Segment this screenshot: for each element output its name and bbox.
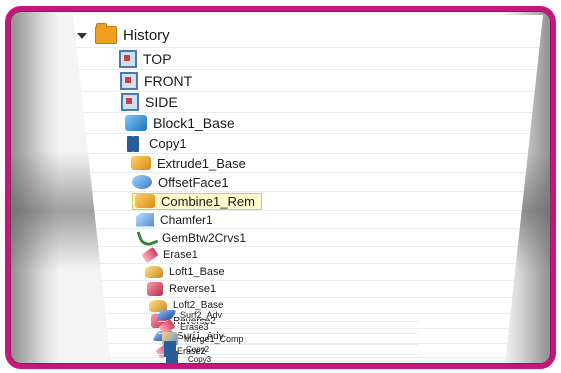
offset-face-icon <box>132 175 152 189</box>
tree-item[interactable]: OffsetFace1 <box>73 173 543 192</box>
reverse-icon <box>147 282 163 296</box>
tree-item-label: Extrude1_Base <box>157 155 246 171</box>
plane-icon <box>121 93 139 111</box>
tree-item[interactable]: SIDE <box>73 92 543 113</box>
tree-item[interactable]: Block1_Base <box>73 113 543 134</box>
combine-icon <box>135 194 155 208</box>
erase-icon <box>141 246 159 264</box>
tree-item-label: Copy3 <box>188 354 212 364</box>
tree-item-label: Surf2_Adv <box>180 310 223 320</box>
tree-item-label: Chamfer1 <box>160 212 213 227</box>
tree-item-label: Erase3 <box>180 322 209 332</box>
history-tree-tail: Surf2_Adv Erase3 Merge1_Comp Copy2 Copy3 <box>158 309 418 364</box>
tree-item-label: Copy2 <box>186 344 210 354</box>
tree-item-label: Reverse1 <box>169 283 217 295</box>
plane-icon <box>119 50 137 68</box>
expand-arrow-icon[interactable] <box>77 33 87 39</box>
tree-item-label: Combine1_Rem <box>161 193 255 209</box>
tree-item[interactable]: FRONT <box>73 71 543 92</box>
tree-item[interactable]: Erase1 <box>73 246 543 264</box>
tree-item-label: Erase1 <box>163 249 198 261</box>
selected-tree-item[interactable]: Combine1_Rem <box>132 192 262 210</box>
tree-item-label: SIDE <box>145 94 178 110</box>
block-icon <box>125 115 147 131</box>
tree-item[interactable]: Loft1_Base <box>73 264 543 281</box>
folder-icon <box>95 23 117 44</box>
copy-icon <box>166 351 182 364</box>
tree-item[interactable]: Copy3 <box>158 351 418 364</box>
screenshot-frame: History TOP FRONT SIDE Block1_Base Copy1… <box>5 6 556 369</box>
curve-icon <box>136 226 159 249</box>
tree-item-label: OffsetFace1 <box>158 174 229 190</box>
surface-icon <box>158 310 177 320</box>
tree-item[interactable]: Reverse1 <box>73 281 543 298</box>
tree-item-label: GemBtw2Crvs1 <box>162 230 247 245</box>
tree-item[interactable]: Combine1_Rem <box>73 192 543 211</box>
chamfer-icon <box>136 212 154 227</box>
tree-item[interactable]: TOP <box>73 49 543 70</box>
tree-root-history[interactable]: History <box>73 23 543 48</box>
tree-item-label: TOP <box>143 51 172 67</box>
tree-item[interactable]: GemBtw2Crvs1 <box>73 226 543 249</box>
extrude-icon <box>131 156 151 170</box>
tree-item[interactable]: Copy1 <box>73 134 543 154</box>
tree-item-label: FRONT <box>144 73 193 89</box>
tree-item-label: Loft1_Base <box>169 266 225 278</box>
tree-item-label: Copy1 <box>149 136 187 151</box>
tree-item-label: Merge1_Comp <box>184 333 244 344</box>
tree-item[interactable]: Chamfer1 <box>73 211 543 229</box>
plane-icon <box>120 72 138 90</box>
tree-root-label: History <box>123 26 170 44</box>
copy-icon <box>127 135 143 152</box>
tree-item[interactable]: Extrude1_Base <box>73 154 543 173</box>
loft-icon <box>145 266 163 278</box>
tree-item-label: Block1_Base <box>153 115 235 131</box>
